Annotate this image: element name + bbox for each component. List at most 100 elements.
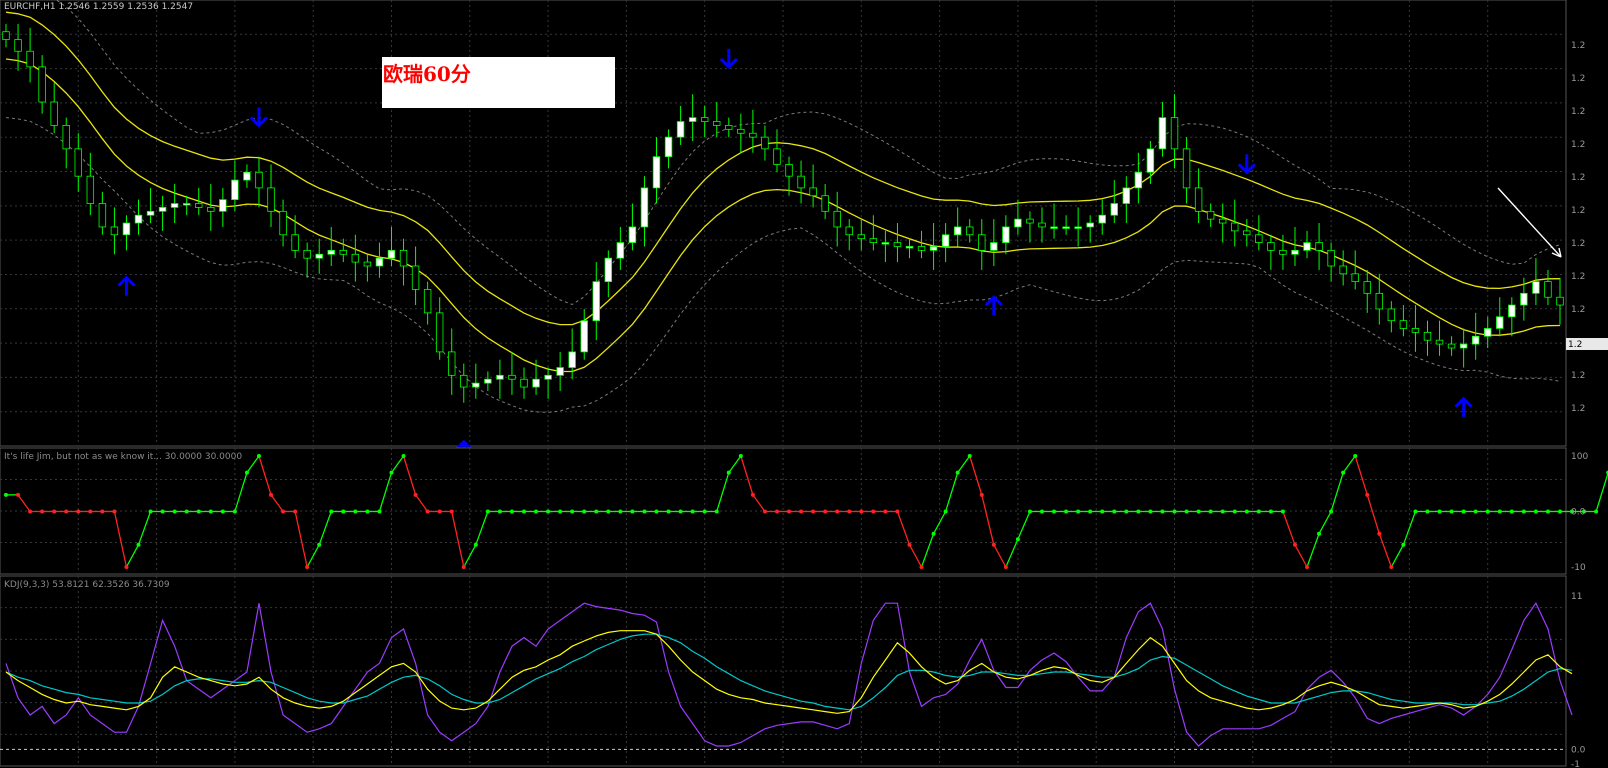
- candle-body: [423, 289, 432, 314]
- signal-point: [714, 509, 719, 514]
- candle-body: [315, 253, 323, 259]
- signal-point: [449, 509, 454, 514]
- signal-point: [642, 509, 647, 514]
- signal-point: [232, 509, 237, 514]
- kdj-panel[interactable]: 11 0.0 -1 KDJ(9,3,3) 53.8121 62.3526 36.73…: [0, 575, 1586, 768]
- candle-body: [1218, 218, 1227, 224]
- signal-point: [534, 509, 539, 514]
- signal-point: [594, 509, 599, 514]
- signal-point: [1256, 509, 1261, 514]
- candle-body: [291, 234, 299, 251]
- symbol-header: EURCHF,H1 1.2546 1.2559 1.2536 1.2547: [4, 2, 193, 12]
- candle-body: [1556, 296, 1564, 306]
- candle-body: [327, 249, 335, 255]
- signal-point: [1401, 542, 1406, 547]
- signal-point: [256, 454, 261, 458]
- candle-body: [339, 249, 348, 255]
- candle-body: [797, 175, 805, 189]
- candle-body: [1002, 226, 1010, 243]
- candle-body: [713, 121, 721, 126]
- signal-axis-label: 0.0: [1571, 508, 1586, 518]
- signal-point: [1088, 509, 1093, 514]
- candle-body: [508, 374, 516, 380]
- signal-point: [1136, 509, 1141, 514]
- candle-body: [375, 257, 384, 267]
- candle-body: [544, 374, 552, 380]
- signal-point: [1485, 509, 1490, 514]
- signal-point: [799, 509, 804, 514]
- signal-point: [823, 509, 828, 514]
- signal-point: [1040, 509, 1044, 514]
- candle-body: [195, 203, 203, 208]
- candle-body: [1303, 242, 1311, 251]
- signal-point: [919, 565, 924, 569]
- signal-point: [570, 509, 575, 514]
- candle-body: [821, 195, 829, 212]
- signal-point: [1425, 509, 1430, 514]
- signal-point: [112, 509, 117, 514]
- signal-point: [1533, 509, 1538, 514]
- signal-point: [787, 509, 792, 514]
- price-panel[interactable]: 1.2 1.2 1.2 1.2 1.2 1.2 1.2 1.2 1.2 1.2 1.2 1.2 EUR…: [0, 0, 1608, 460]
- signal-point: [293, 509, 298, 514]
- signal-panel[interactable]: 100 0.0 -10 It's life Jim, but not as we k…: [0, 447, 1608, 575]
- kdj-axis-label: -1: [1571, 760, 1580, 768]
- signal-point: [1027, 509, 1032, 514]
- candle-body: [676, 121, 685, 138]
- candle-body: [688, 117, 697, 122]
- candle-body: [568, 351, 576, 368]
- signal-point: [473, 542, 478, 547]
- signal-point: [208, 509, 213, 514]
- signal-point: [979, 492, 984, 497]
- signal-point: [1473, 509, 1478, 514]
- candle-body: [231, 179, 239, 201]
- signal-point: [895, 509, 900, 514]
- candle-body: [1447, 343, 1456, 349]
- signal-point: [1497, 509, 1502, 514]
- signal-point: [1112, 509, 1117, 514]
- signal-point: [931, 531, 936, 536]
- price-axis-label: 1.2: [1571, 239, 1585, 249]
- signal-point: [1172, 509, 1177, 514]
- signal-point: [943, 509, 948, 514]
- signal-point: [1558, 509, 1562, 514]
- signal-point: [1509, 509, 1514, 514]
- candle-body: [1255, 234, 1263, 243]
- candle-body: [1484, 328, 1492, 337]
- price-axis-label: 1.2: [1571, 41, 1585, 51]
- candle-body: [243, 171, 251, 181]
- candle-body: [448, 351, 456, 376]
- candle-body: [411, 265, 420, 290]
- candle-body: [1279, 249, 1287, 255]
- signal-point: [389, 470, 394, 475]
- candle-body: [1086, 222, 1094, 228]
- candle-body: [110, 226, 119, 236]
- signal-point: [847, 509, 852, 514]
- note-label-box[interactable]: 欧瑞60分: [382, 57, 615, 108]
- signal-point: [835, 509, 840, 514]
- candle-body: [1026, 218, 1034, 224]
- candle-body: [953, 226, 962, 236]
- candle-body: [460, 374, 468, 388]
- signal-point: [52, 509, 57, 514]
- price-axis-label: 1.2: [1571, 140, 1585, 150]
- signal-point: [811, 509, 816, 514]
- candle-body: [1327, 249, 1335, 267]
- candle-body: [1206, 210, 1215, 220]
- signal-point: [1100, 509, 1105, 514]
- signal-point: [1341, 470, 1346, 475]
- candle-body: [387, 249, 396, 259]
- signal-point: [184, 509, 189, 514]
- signal-point: [329, 509, 334, 514]
- signal-point: [281, 509, 286, 514]
- candle-body: [435, 312, 444, 353]
- candle-body: [74, 148, 82, 177]
- signal-point: [1124, 509, 1129, 514]
- signal-point: [750, 492, 755, 497]
- candle-body: [1471, 335, 1480, 345]
- candle-body: [158, 207, 167, 212]
- candle-body: [966, 226, 974, 236]
- signal-point: [1413, 509, 1418, 514]
- candle-body: [1532, 281, 1540, 294]
- candle-body: [664, 136, 673, 158]
